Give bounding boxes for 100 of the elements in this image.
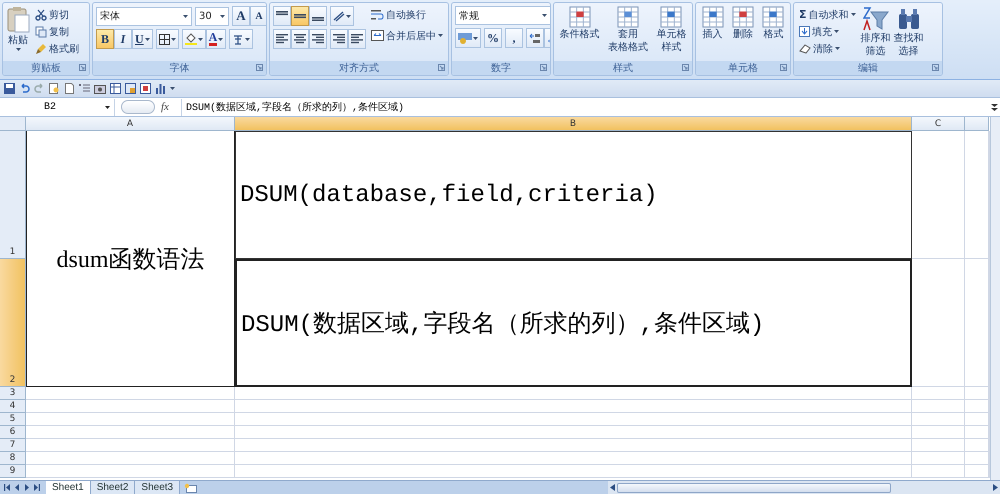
vertical-scrollbar[interactable] (990, 117, 1000, 480)
down-arrow-icon (799, 26, 810, 37)
launcher-icon[interactable] (682, 64, 689, 71)
scissors-icon (35, 8, 47, 20)
table-cell (912, 387, 965, 400)
lines-icon (276, 34, 288, 44)
font-name-field[interactable]: 宋体 (96, 6, 192, 26)
table-icon (762, 6, 784, 28)
font-style-button[interactable]: U (132, 29, 153, 49)
insert-function-label[interactable]: fx (161, 101, 181, 113)
font-style-button[interactable]: B (96, 29, 114, 49)
launcher-icon[interactable] (540, 64, 547, 71)
name-box[interactable]: B2 (0, 98, 115, 116)
table-cell (912, 400, 965, 413)
sheet-tab[interactable]: Sheet1 (46, 481, 91, 494)
merge-center-button[interactable]: 合并后居中 (369, 27, 445, 44)
copy-icon (35, 26, 47, 38)
right-arrow-icon (993, 484, 998, 491)
borders-button[interactable] (156, 29, 179, 49)
horizontal-align-button[interactable] (291, 29, 309, 49)
indent-button[interactable] (348, 29, 366, 49)
font-color-button[interactable]: A (206, 29, 226, 49)
ribbon-button[interactable]: 格式 (762, 6, 784, 41)
clipboard-action-button[interactable]: 格式刷 (33, 40, 81, 57)
caret-icon (220, 14, 225, 18)
horizontal-align-button[interactable] (273, 29, 291, 49)
ribbon-button[interactable]: 条件格式 (560, 6, 600, 41)
table-cell (912, 452, 965, 465)
column-header[interactable]: C (912, 117, 965, 131)
ribbon-button[interactable]: 单元格 样式 (656, 6, 686, 54)
table-cell (965, 387, 989, 400)
editing-action-button[interactable]: 填充 (797, 23, 858, 40)
fill-color-button[interactable] (182, 29, 206, 49)
ribbon-button[interactable]: 删除 (732, 6, 754, 41)
currency-button[interactable] (455, 28, 481, 48)
paste-button[interactable]: 粘贴 (6, 6, 30, 51)
table-icon (140, 83, 151, 94)
launcher-icon[interactable] (780, 64, 787, 71)
row-header[interactable]: 4 (0, 400, 26, 413)
lines-icon (79, 83, 90, 94)
money-icon (458, 32, 472, 44)
vertical-align-button[interactable] (273, 6, 291, 26)
font-style-button[interactable]: I (114, 29, 132, 49)
row-header[interactable]: 1 (0, 131, 26, 259)
clipboard-action-button[interactable]: 剪切 (33, 6, 81, 23)
grow-font-button[interactable]: A (232, 6, 250, 26)
shrink-font-button[interactable]: A (250, 6, 266, 26)
row-header[interactable]: 2 (0, 259, 26, 387)
table-icon (660, 6, 682, 28)
formula-field[interactable]: DSUM(数据区域,字段名（所求的列）,条件区域) (181, 98, 989, 116)
horizontal-scrollbar[interactable] (608, 481, 1000, 494)
phonetic-button[interactable] (229, 29, 254, 49)
sheet-tab[interactable]: Sheet2 (90, 481, 136, 494)
ribbon-button[interactable]: 插入 (702, 6, 724, 41)
ribbon-button[interactable]: 查找和 选择 (894, 6, 924, 58)
camera-icon (94, 83, 106, 94)
wrap-text-button[interactable]: 自动换行 (369, 6, 445, 23)
row-header[interactable]: 6 (0, 426, 26, 439)
ribbon-button[interactable]: 排序和 筛选 (860, 6, 891, 58)
indent-button[interactable] (330, 29, 348, 49)
number-format-field[interactable]: 常规 (455, 6, 550, 25)
launcher-icon[interactable] (932, 64, 939, 71)
clipboard-icon (6, 6, 30, 34)
sheet-tab[interactable]: Sheet3 (135, 481, 180, 494)
slanted-text-icon (333, 10, 345, 22)
caret-icon (183, 14, 188, 18)
row-header[interactable]: 7 (0, 439, 26, 452)
clipboard-action-button[interactable]: 复制 (33, 23, 81, 40)
launcher-icon[interactable] (438, 64, 445, 71)
vertical-align-button[interactable] (291, 6, 309, 26)
column-header[interactable]: A (26, 117, 235, 131)
table-icon (732, 6, 754, 28)
horizontal-align-button[interactable] (309, 29, 327, 49)
column-header[interactable]: B (235, 117, 912, 131)
caret-icon (144, 38, 150, 40)
row-header[interactable]: 9 (0, 465, 26, 478)
eraser-icon (799, 43, 811, 54)
launcher-icon[interactable] (256, 64, 263, 71)
row-header[interactable]: 8 (0, 452, 26, 465)
left-arrow-icon (4, 484, 10, 491)
vertical-align-button[interactable] (309, 6, 327, 26)
increase-decimal-button[interactable] (526, 28, 544, 48)
editing-action-button[interactable]: 清除 (797, 40, 858, 57)
decimal-icon (529, 32, 541, 44)
ribbon-button[interactable]: 套用 表格格式 (608, 6, 648, 54)
percent-button[interactable]: % (484, 28, 502, 48)
caret-icon (198, 38, 203, 40)
table-cell (912, 439, 965, 452)
editing-action-button[interactable]: Σ 自动求和 (797, 6, 858, 23)
right-arrow-icon (34, 484, 40, 491)
font-size-field[interactable]: 30 (195, 6, 229, 26)
comma-button[interactable]: , (505, 28, 523, 48)
row-header[interactable]: 3 (0, 387, 26, 400)
expand-icon[interactable] (991, 104, 998, 110)
group-title: 数字 (491, 62, 511, 75)
launcher-icon[interactable] (79, 64, 86, 71)
wrap-icon (371, 9, 384, 20)
orientation-button[interactable] (330, 6, 354, 26)
redo-icon (34, 83, 45, 94)
row-header[interactable]: 5 (0, 413, 26, 426)
